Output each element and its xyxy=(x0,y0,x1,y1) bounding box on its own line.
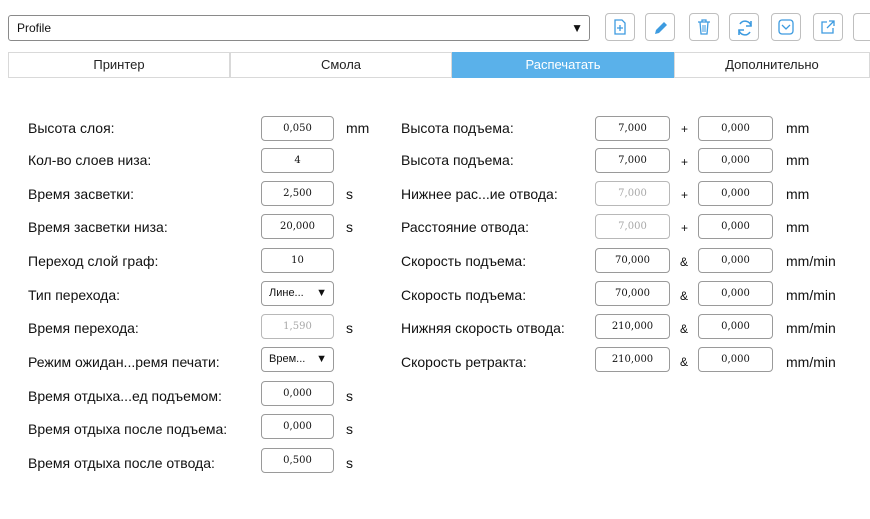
lift-height-extra-input[interactable]: 0,000 xyxy=(698,116,773,141)
chevron-down-icon: ▼ xyxy=(571,21,583,35)
field-label: Высота подъема: xyxy=(401,152,514,168)
field-label: Время отдыха после подъема: xyxy=(28,421,228,437)
tab-resin[interactable]: Смола xyxy=(230,52,452,78)
operator-label: & xyxy=(680,355,689,369)
operator-label: + xyxy=(681,221,689,235)
tab-advanced[interactable]: Дополнительно xyxy=(674,52,870,78)
bottom-layers-input[interactable]: 4 xyxy=(261,148,334,173)
rest-before-lift-input[interactable]: 0,000 xyxy=(261,381,334,406)
import-button[interactable] xyxy=(771,13,801,41)
lift-speed-extra-input[interactable]: 0,000 xyxy=(698,248,773,273)
unit-label: s xyxy=(346,320,353,336)
chevron-down-icon: ▼ xyxy=(316,287,327,299)
retract-speed-extra-input[interactable]: 0,000 xyxy=(698,347,773,372)
unit-label: s xyxy=(346,388,353,404)
transition-time-input: 1,590 xyxy=(261,314,334,339)
transition-layers-input[interactable]: 10 xyxy=(261,248,334,273)
operator-label: + xyxy=(681,122,689,136)
edit-button[interactable] xyxy=(645,13,675,41)
retract-distance-input: 7,000 xyxy=(595,214,670,239)
field-label: Время засветки: xyxy=(28,186,135,202)
unit-label: mm xyxy=(786,120,810,136)
bottom-exposure-input[interactable]: 20,000 xyxy=(261,214,334,239)
wait-mode-select[interactable]: Врем... ▼ xyxy=(261,347,334,372)
lift-speed-input[interactable]: 70,000 xyxy=(595,281,670,306)
trash-icon xyxy=(698,19,710,35)
unit-label: mm/min xyxy=(786,354,836,370)
lift-speed-input[interactable]: 70,000 xyxy=(595,248,670,273)
unit-label: mm xyxy=(346,120,370,136)
field-label: Режим ожидан...ремя печати: xyxy=(28,354,220,370)
field-label: Нижняя скорость отвода: xyxy=(401,320,565,336)
profile-select-value: Profile xyxy=(17,21,52,35)
field-label: Время отдыха после отвода: xyxy=(28,455,215,471)
unit-label: mm xyxy=(786,219,810,235)
exposure-time-input[interactable]: 2,500 xyxy=(261,181,334,206)
retract-distance-extra-input[interactable]: 0,000 xyxy=(698,214,773,239)
select-value: Лине... xyxy=(269,287,304,299)
field-label: Расстояние отвода: xyxy=(401,219,530,235)
bottom-retract-extra-input[interactable]: 0,000 xyxy=(698,181,773,206)
operator-label: & xyxy=(680,255,689,269)
select-value: Врем... xyxy=(269,353,306,365)
transition-type-select[interactable]: Лине... ▼ xyxy=(261,281,334,306)
file-plus-icon xyxy=(614,19,626,35)
field-label: Нижнее рас...ие отвода: xyxy=(401,186,558,202)
field-label: Скорость подъема: xyxy=(401,253,527,269)
tab-print[interactable]: Распечатать xyxy=(452,52,674,78)
operator-label: & xyxy=(680,322,689,336)
field-label: Время засветки низа: xyxy=(28,219,168,235)
export-button[interactable] xyxy=(813,13,843,41)
delete-button[interactable] xyxy=(689,13,719,41)
unit-label: mm/min xyxy=(786,287,836,303)
rest-after-retract-input[interactable]: 0,500 xyxy=(261,448,334,473)
import-icon xyxy=(778,19,794,35)
field-label: Тип перехода: xyxy=(28,287,121,303)
field-label: Время отдыха...ед подъемом: xyxy=(28,388,222,404)
lift-height-extra-input[interactable]: 0,000 xyxy=(698,148,773,173)
field-label: Переход слой граф: xyxy=(28,253,159,269)
tab-bar: Принтер Смола Распечатать Дополнительно xyxy=(8,52,870,78)
bottom-retract-distance-input: 7,000 xyxy=(595,181,670,206)
field-label: Кол-во слоев низа: xyxy=(28,152,152,168)
new-profile-button[interactable] xyxy=(605,13,635,41)
unit-label: s xyxy=(346,186,353,202)
unit-label: mm/min xyxy=(786,320,836,336)
field-label: Скорость ретракта: xyxy=(401,354,527,370)
field-label: Высота слоя: xyxy=(28,120,115,136)
unit-label: mm xyxy=(786,152,810,168)
tab-printer[interactable]: Принтер xyxy=(8,52,230,78)
unit-label: s xyxy=(346,421,353,437)
operator-label: + xyxy=(681,155,689,169)
unit-label: s xyxy=(346,219,353,235)
more-button[interactable] xyxy=(853,13,870,41)
operator-label: & xyxy=(680,289,689,303)
refresh-icon xyxy=(738,20,752,36)
unit-label: mm xyxy=(786,186,810,202)
layer-height-input[interactable]: 0,050 xyxy=(261,116,334,141)
chevron-down-icon: ▼ xyxy=(316,353,327,365)
retract-speed-input[interactable]: 210,000 xyxy=(595,347,670,372)
pencil-icon xyxy=(655,22,667,34)
export-icon xyxy=(821,20,835,34)
profile-select[interactable]: Profile ▼ xyxy=(8,15,590,41)
refresh-button[interactable] xyxy=(729,13,759,41)
lift-height-input[interactable]: 7,000 xyxy=(595,148,670,173)
field-label: Высота подъема: xyxy=(401,120,514,136)
bottom-retract-speed-input[interactable]: 210,000 xyxy=(595,314,670,339)
unit-label: s xyxy=(346,455,353,471)
unit-label: mm/min xyxy=(786,253,836,269)
operator-label: + xyxy=(681,188,689,202)
lift-speed-extra-input[interactable]: 0,000 xyxy=(698,281,773,306)
rest-after-lift-input[interactable]: 0,000 xyxy=(261,414,334,439)
bottom-retract-speed-extra-input[interactable]: 0,000 xyxy=(698,314,773,339)
lift-height-input[interactable]: 7,000 xyxy=(595,116,670,141)
field-label: Время перехода: xyxy=(28,320,139,336)
field-label: Скорость подъема: xyxy=(401,287,527,303)
